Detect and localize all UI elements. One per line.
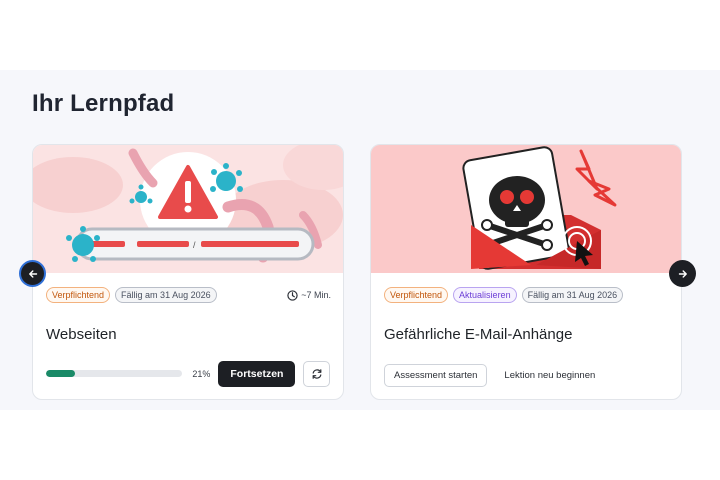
required-badge: Verpflichtend <box>384 287 449 303</box>
course-card-email-attachments[interactable]: Verpflichtend Aktualisieren Fällig am 31… <box>370 144 682 400</box>
progress-percent: 21% <box>192 368 211 379</box>
continue-button[interactable]: Fortsetzen <box>218 360 296 387</box>
carousel-next-button[interactable] <box>669 260 696 287</box>
card-actions: Assessment starten Lektion neu beginnen <box>384 364 604 387</box>
due-date-badge: Fällig am 31 Aug 2026 <box>115 287 217 303</box>
update-badge: Aktualisieren <box>453 287 517 303</box>
duration: ~7 Min. <box>287 289 331 301</box>
carousel-prev-button[interactable] <box>19 260 46 287</box>
card-meta: Verpflichtend Aktualisieren Fällig am 31… <box>384 286 669 304</box>
duration-text: ~7 Min. <box>301 290 331 300</box>
clock-icon <box>287 289 298 301</box>
page-title: Ihr Lernpfad <box>32 90 175 117</box>
arrow-right-icon <box>678 269 687 278</box>
card-meta: Verpflichtend Fällig am 31 Aug 2026 ~7 M… <box>46 286 331 304</box>
course-illustration-webseiten: / <box>33 145 343 273</box>
course-illustration-email <box>371 145 681 273</box>
refresh-icon <box>312 368 322 379</box>
required-badge: Verpflichtend <box>46 287 111 303</box>
progress-row: 21% Fortsetzen <box>46 360 330 387</box>
restart-button[interactable] <box>303 360 330 387</box>
due-date-badge: Fällig am 31 Aug 2026 <box>521 287 624 303</box>
progress-bar <box>46 370 183 377</box>
restart-lesson-button[interactable]: Lektion neu beginnen <box>495 364 604 387</box>
progress-fill <box>46 370 75 377</box>
course-title[interactable]: Webseiten <box>46 326 117 343</box>
course-card-webseiten[interactable]: / Verpflichtend Fällig am 31 Aug 2026 ~7… <box>32 144 344 400</box>
course-title[interactable]: Gefährliche E-Mail-Anhänge <box>384 326 572 343</box>
start-assessment-button[interactable]: Assessment starten <box>384 364 488 387</box>
arrow-left-icon <box>28 269 37 278</box>
